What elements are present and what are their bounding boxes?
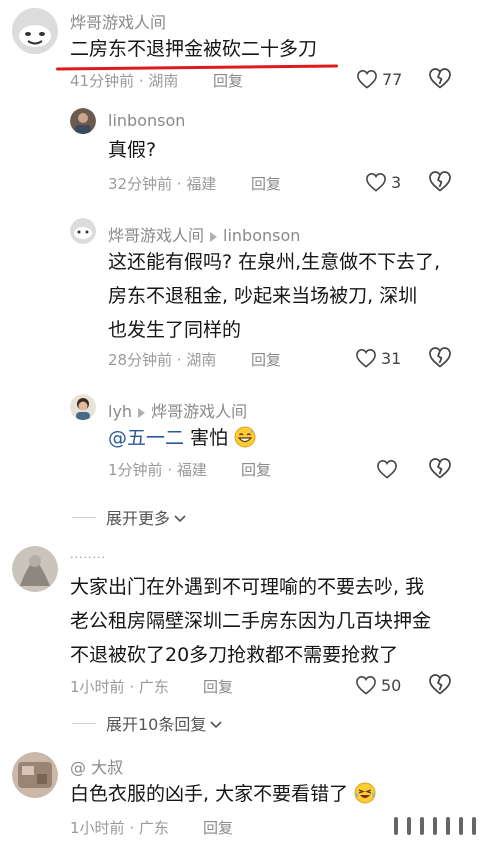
chevron-down-icon bbox=[210, 714, 222, 733]
divider bbox=[72, 516, 96, 518]
reply-button[interactable]: 回复 bbox=[241, 459, 271, 480]
reply-meta: 28分钟前 · 湖南 bbox=[108, 349, 216, 370]
reply-to-username[interactable]: linbonson bbox=[223, 226, 300, 245]
like-count: 31 bbox=[381, 348, 402, 368]
like-button[interactable]: 50 bbox=[355, 673, 401, 697]
reply-location: 福建 bbox=[186, 175, 217, 193]
comment-time: 41分钟前 bbox=[70, 72, 135, 90]
separator: · bbox=[172, 175, 187, 193]
avatar[interactable] bbox=[70, 218, 96, 244]
like-count: 50 bbox=[381, 675, 402, 695]
reply-username[interactable]: lyh bbox=[108, 402, 132, 421]
reply-header: lyh 烨哥游戏人间 bbox=[108, 398, 247, 422]
reply-text: 真假? bbox=[108, 139, 157, 161]
comment-text: 二房东不退押金被砍二十多刀 bbox=[70, 38, 318, 60]
comment-username[interactable]: ........ bbox=[70, 548, 106, 561]
comment-text-body: 白色衣服的凶手, 大家不要看错了 bbox=[70, 783, 349, 805]
reply-arrow-icon bbox=[210, 231, 218, 242]
reply-time: 1分钟前 bbox=[108, 461, 163, 479]
reply-time: 28分钟前 bbox=[108, 351, 173, 369]
heart-icon bbox=[365, 172, 387, 192]
comment-text-line: 老公租房隔壁深圳二手房东因为几百块押金 bbox=[70, 610, 432, 632]
reply-button[interactable]: 回复 bbox=[251, 349, 281, 370]
heart-icon bbox=[376, 459, 398, 479]
reply-text-line: 房东不退租金, 吵起来当场被刀, 深圳 bbox=[108, 285, 418, 307]
separator: · bbox=[124, 819, 139, 837]
comment-text: 白色衣服的凶手, 大家不要看错了 bbox=[70, 777, 376, 811]
reply-button[interactable]: 回复 bbox=[203, 676, 233, 697]
expand-label: 展开更多 bbox=[106, 509, 171, 528]
comment-time: 1小时前 bbox=[70, 819, 125, 837]
comment-location: 广东 bbox=[138, 678, 169, 696]
crying-laughing-emoji-icon bbox=[354, 781, 376, 804]
expand-more-button[interactable]: 展开更多 bbox=[72, 505, 186, 529]
expand-replies-button[interactable]: 展开10条回复 bbox=[72, 711, 222, 735]
divider bbox=[72, 722, 96, 724]
like-button[interactable] bbox=[376, 457, 398, 481]
avatar[interactable] bbox=[12, 546, 58, 592]
bars-icon bbox=[386, 812, 486, 840]
grinning-sweat-emoji-icon bbox=[234, 425, 256, 448]
broken-heart-icon bbox=[428, 67, 454, 89]
reply-header: 烨哥游戏人间 linbonson bbox=[108, 222, 300, 246]
like-button[interactable]: 31 bbox=[355, 346, 401, 370]
reply-meta: 1分钟前 · 福建 bbox=[108, 459, 207, 480]
heart-icon bbox=[355, 348, 377, 368]
reply-username[interactable]: linbonson bbox=[108, 111, 185, 130]
comment-text-line: 不退被砍了20多刀抢救都不需要抢救了 bbox=[70, 644, 399, 666]
chevron-down-icon bbox=[174, 508, 186, 527]
reply-location: 福建 bbox=[176, 461, 207, 479]
reply-arrow-icon bbox=[138, 407, 146, 418]
reply-button[interactable]: 回复 bbox=[213, 70, 243, 91]
heart-icon bbox=[355, 675, 377, 695]
reply-text: @五一二 害怕 bbox=[108, 421, 256, 455]
broken-heart-icon bbox=[428, 346, 454, 368]
expand-label: 展开10条回复 bbox=[106, 715, 207, 734]
comment-location: 广东 bbox=[138, 819, 169, 837]
separator: · bbox=[134, 72, 149, 90]
reply-username[interactable]: 烨哥游戏人间 bbox=[108, 226, 204, 245]
comment-time: 1小时前 bbox=[70, 678, 125, 696]
reply-to-username[interactable]: 烨哥游戏人间 bbox=[151, 402, 247, 421]
dislike-button[interactable] bbox=[428, 673, 454, 697]
reply-text-line: 也发生了同样的 bbox=[108, 319, 242, 341]
reply-time: 32分钟前 bbox=[108, 175, 173, 193]
reply-text-body: 害怕 bbox=[184, 427, 229, 449]
comment-meta: 1小时前 · 广东 bbox=[70, 817, 169, 838]
mention-link[interactable]: @五一二 bbox=[108, 427, 184, 449]
reply-meta: 32分钟前 · 福建 bbox=[108, 173, 216, 194]
broken-heart-icon bbox=[428, 170, 454, 192]
avatar[interactable] bbox=[70, 108, 96, 134]
separator: · bbox=[162, 461, 177, 479]
dislike-button[interactable] bbox=[428, 170, 454, 194]
reply-text-line: 这还能有假吗? 在泉州,生意做不下去了, bbox=[108, 251, 441, 273]
like-button[interactable]: 77 bbox=[356, 67, 402, 91]
reply-location: 湖南 bbox=[186, 351, 217, 369]
broken-heart-icon bbox=[428, 673, 454, 695]
dislike-button[interactable] bbox=[428, 457, 454, 481]
avatar[interactable] bbox=[12, 8, 58, 54]
reply-button[interactable]: 回复 bbox=[203, 817, 233, 838]
comment-meta: 41分钟前 · 湖南 bbox=[70, 70, 178, 91]
dislike-button[interactable] bbox=[428, 346, 454, 370]
comment-text-line: 大家出门在外遇到不可理喻的不要去吵, 我 bbox=[70, 576, 425, 598]
avatar[interactable] bbox=[12, 752, 58, 798]
broken-heart-icon bbox=[428, 457, 454, 479]
comment-meta: 1小时前 · 广东 bbox=[70, 676, 169, 697]
comment-username[interactable]: @ 大叔 bbox=[70, 754, 123, 778]
dislike-button[interactable] bbox=[428, 67, 454, 91]
like-count: 3 bbox=[391, 172, 402, 192]
comment-location: 湖南 bbox=[148, 72, 179, 90]
separator: · bbox=[172, 351, 187, 369]
avatar[interactable] bbox=[70, 394, 96, 420]
comment-username[interactable]: 烨哥游戏人间 bbox=[70, 9, 166, 33]
like-count: 77 bbox=[382, 69, 403, 89]
separator: · bbox=[124, 678, 139, 696]
reply-button[interactable]: 回复 bbox=[251, 173, 281, 194]
heart-icon bbox=[356, 69, 378, 89]
like-button[interactable]: 3 bbox=[365, 170, 401, 194]
